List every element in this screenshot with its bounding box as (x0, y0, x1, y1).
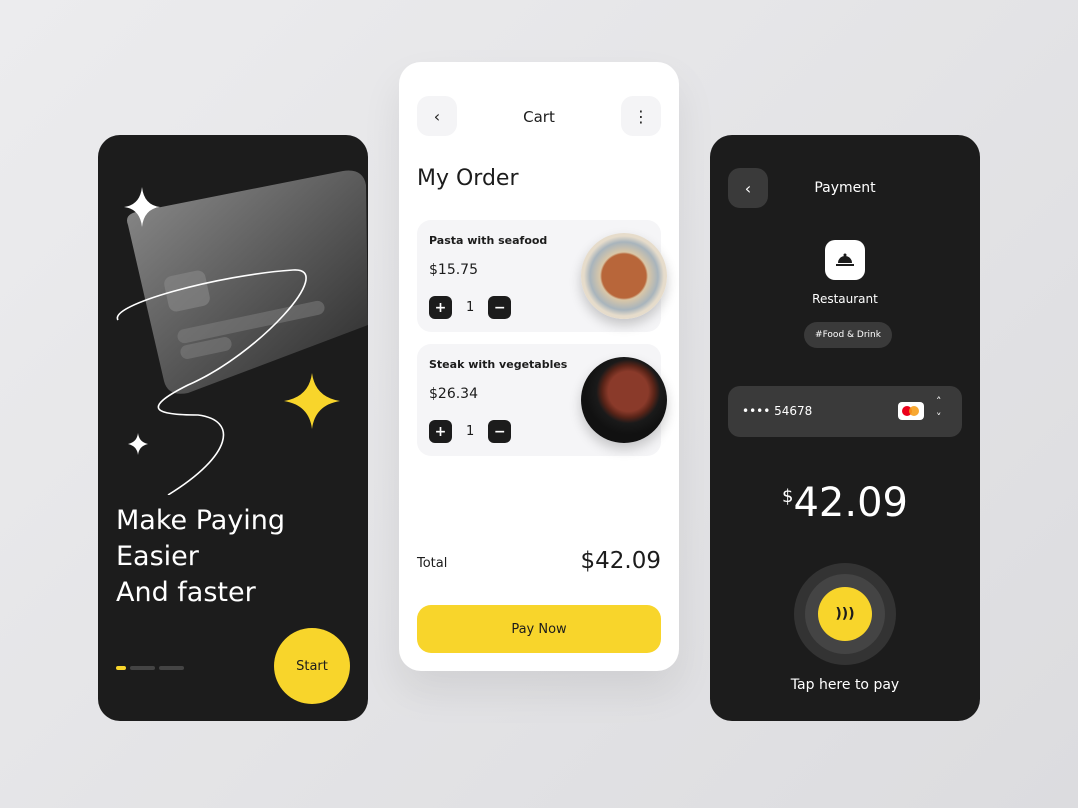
more-vertical-icon: ⋮ (633, 106, 649, 126)
start-button[interactable]: Start (274, 628, 350, 704)
chevron-up-down-icon[interactable]: ˄ ˅ (936, 394, 942, 426)
merchant-name: Restaurant (812, 292, 878, 306)
card-illustration (116, 170, 368, 495)
headline-line: Easier (116, 541, 199, 572)
item-quantity: 1 (466, 300, 475, 315)
total-label: Total (417, 556, 448, 571)
quantity-stepper: + 1 − (429, 296, 512, 319)
sparkle-icon (128, 433, 148, 455)
more-button[interactable]: ⋮ (621, 96, 661, 136)
category-tag: #Food & Drink (804, 322, 892, 348)
item-price: $15.75 (429, 262, 478, 278)
cart-item: Steak with vegetables $26.34 + 1 − (417, 344, 667, 456)
page-dot[interactable] (159, 666, 184, 670)
sparkle-icon (284, 373, 340, 429)
total-value: $42.09 (580, 548, 661, 574)
item-quantity: 1 (466, 424, 475, 439)
card-number: •••• 54678 (742, 404, 813, 418)
pasta-image (581, 233, 667, 319)
headline-line: And faster (116, 577, 256, 608)
cart-screen: ‹ Cart ⋮ My Order Pasta with seafood $15… (399, 62, 679, 671)
page-indicator (116, 666, 184, 670)
credit-card-shape (127, 170, 368, 394)
amount-value: 42.09 (793, 480, 908, 526)
contactless-icon: ))) (818, 587, 872, 641)
restaurant-icon (825, 240, 865, 280)
page-dot-active[interactable] (116, 666, 126, 670)
steak-image (581, 357, 667, 443)
payment-amount: $42.09 (710, 480, 980, 526)
headline: Make Paying Easier And faster (116, 503, 285, 611)
item-name: Steak with vegetables (429, 358, 568, 371)
pay-now-button[interactable]: Pay Now (417, 605, 661, 653)
page-dot[interactable] (130, 666, 155, 670)
item-name: Pasta with seafood (429, 234, 548, 247)
mastercard-icon (898, 402, 924, 420)
tap-to-pay-button[interactable]: ))) (794, 563, 896, 665)
item-price: $26.34 (429, 386, 478, 402)
page-title: Payment (814, 180, 876, 196)
increase-button[interactable]: + (429, 420, 452, 443)
currency-symbol: $ (782, 486, 794, 507)
quantity-stepper: + 1 − (429, 420, 512, 443)
card-selector[interactable]: •••• 54678 ˄ ˅ (728, 386, 962, 437)
decrease-button[interactable]: − (488, 296, 512, 319)
increase-button[interactable]: + (429, 296, 452, 319)
payment-screen: ‹ Payment Restaurant #Food & Drink •••• … (710, 135, 980, 721)
decrease-button[interactable]: − (488, 420, 512, 443)
order-heading: My Order (417, 166, 519, 191)
onboarding-screen: Make Paying Easier And faster Start (98, 135, 368, 721)
cart-item: Pasta with seafood $15.75 + 1 − (417, 220, 667, 332)
headline-line: Make Paying (116, 505, 286, 536)
tap-label: Tap here to pay (790, 677, 900, 693)
